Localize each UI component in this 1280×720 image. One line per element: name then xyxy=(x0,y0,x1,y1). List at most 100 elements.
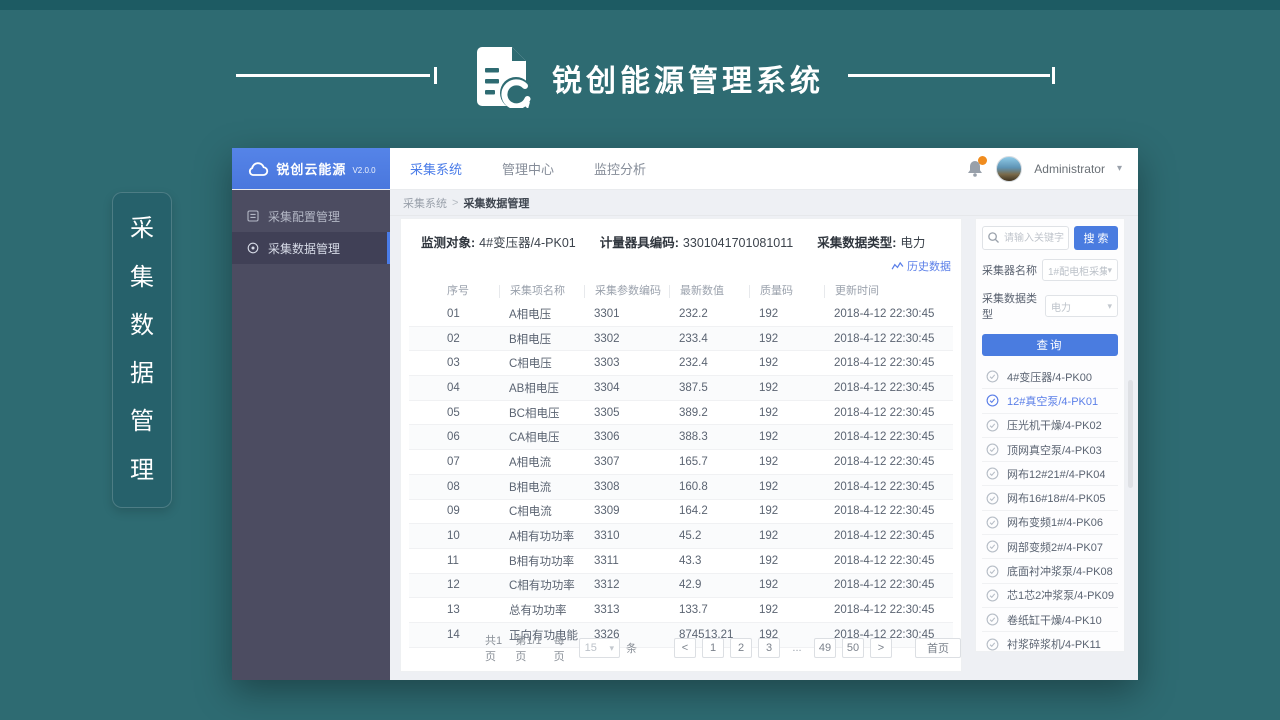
config-icon xyxy=(247,210,259,222)
site-header: 锐创能源管理系统 xyxy=(0,38,1280,114)
device-item[interactable]: 4#变压器/4-PK00 xyxy=(982,365,1118,389)
cell-index: 03 xyxy=(409,357,499,369)
chevron-down-icon: ▾ xyxy=(1107,301,1112,312)
top-nav: 采集系统 管理中心 监控分析 xyxy=(390,148,646,189)
info-value: 3301041701081011 xyxy=(683,236,793,250)
device-name: 底面衬冲浆泵/4-PK08 xyxy=(1007,563,1113,579)
breadcrumb-divider: > xyxy=(452,197,458,209)
check-circle-icon xyxy=(986,516,999,529)
filter-rows: 采集器名称 1#配电柜采集器 ▾ 采集数据类型 电力 ▾ xyxy=(982,259,1118,322)
brand-name: 锐创云能源 xyxy=(276,159,346,178)
cell-item-name: AB相电压 xyxy=(499,380,584,396)
cell-item-name: A相电流 xyxy=(499,454,584,470)
cell-index: 08 xyxy=(409,481,499,493)
per-page-select[interactable]: 15 ▾ xyxy=(579,638,620,658)
notification-bell-icon[interactable] xyxy=(967,159,984,178)
cell-index: 01 xyxy=(409,308,499,320)
breadcrumb: 采集系统 > 采集数据管理 xyxy=(390,190,1138,216)
filter-value: 1#配电柜采集器 xyxy=(1048,263,1107,278)
user-name[interactable]: Administrator xyxy=(1034,162,1105,176)
cell-index: 07 xyxy=(409,456,499,468)
table-row: 12 C相有功功率 3312 42.9 192 2018-4-12 22:30:… xyxy=(409,574,953,599)
cell-param-code: 3311 xyxy=(584,555,669,567)
first-page-button[interactable]: 首页 xyxy=(915,638,961,658)
cell-latest-value: 165.7 xyxy=(669,456,749,468)
avatar[interactable] xyxy=(996,156,1022,182)
cell-latest-value: 389.2 xyxy=(669,407,749,419)
cell-quality-code: 192 xyxy=(749,382,824,394)
page-number-button[interactable]: 3 xyxy=(758,638,780,658)
device-item[interactable]: 网布16#18#/4-PK05 xyxy=(982,486,1118,510)
sidebar-item-label: 采集配置管理 xyxy=(268,208,340,225)
cell-update-time: 2018-4-12 22:30:45 xyxy=(824,431,953,443)
cell-quality-code: 192 xyxy=(749,333,824,345)
page-total: 共1页 xyxy=(485,632,509,664)
cell-latest-value: 160.8 xyxy=(669,481,749,493)
info-value: 4#变压器/4-PK01 xyxy=(479,236,576,250)
check-circle-icon xyxy=(986,419,999,432)
search-button[interactable]: 搜 索 xyxy=(1074,226,1118,250)
page-number-button[interactable]: 1 xyxy=(702,638,724,658)
side-label-char: 集 xyxy=(130,266,154,290)
device-item[interactable]: 底面衬冲浆泵/4-PK08 xyxy=(982,559,1118,583)
device-item[interactable]: 卷纸缸干燥/4-PK10 xyxy=(982,608,1118,632)
cell-latest-value: 388.3 xyxy=(669,431,749,443)
check-circle-icon xyxy=(986,565,999,578)
app-brand[interactable]: 锐创云能源 V2.0.0 xyxy=(232,148,390,189)
page-number-button[interactable]: 49 xyxy=(814,638,836,658)
column-header: 质量码 xyxy=(749,285,824,298)
cell-quality-code: 192 xyxy=(749,481,824,493)
sidebar-item-collect-data[interactable]: 采集数据管理 xyxy=(232,232,390,264)
prev-page-button[interactable]: < xyxy=(674,638,696,658)
chevron-down-icon: ▾ xyxy=(609,643,614,654)
table-row: 03 C相电压 3303 232.4 192 2018-4-12 22:30:4… xyxy=(409,351,953,376)
page-number-button[interactable]: ... xyxy=(786,638,808,658)
column-header: 序号 xyxy=(409,285,499,298)
data-card: 监测对象:4#变压器/4-PK01 计量器具编码:330104170108101… xyxy=(400,218,962,672)
nav-tab[interactable]: 采集系统 xyxy=(410,159,462,178)
device-item[interactable]: 衬浆碎浆机/4-PK11 xyxy=(982,632,1118,656)
scrollbar-thumb[interactable] xyxy=(1128,380,1133,488)
info-label: 监测对象: xyxy=(421,236,475,250)
next-page-button[interactable]: > xyxy=(870,638,892,658)
page-number-button[interactable]: 2 xyxy=(730,638,752,658)
info-label: 采集数据类型: xyxy=(817,236,896,250)
breadcrumb-parent[interactable]: 采集系统 xyxy=(403,195,447,211)
cell-latest-value: 42.9 xyxy=(669,579,749,591)
device-name: 卷纸缸干燥/4-PK10 xyxy=(1007,612,1102,628)
device-item[interactable]: 12#真空泵/4-PK01 xyxy=(982,389,1118,413)
device-item[interactable]: 网布变频1#/4-PK06 xyxy=(982,511,1118,535)
cell-item-name: BC相电压 xyxy=(499,405,584,421)
filter-select[interactable]: 1#配电柜采集器 ▾ xyxy=(1042,259,1118,281)
app-topbar: 锐创云能源 V2.0.0 采集系统管理中心监控分析 Administrator … xyxy=(232,148,1138,190)
table-row: 08 B相电流 3308 160.8 192 2018-4-12 22:30:4… xyxy=(409,475,953,500)
table-row: 05 BC相电压 3305 389.2 192 2018-4-12 22:30:… xyxy=(409,401,953,426)
device-item[interactable]: 压光机干燥/4-PK02 xyxy=(982,414,1118,438)
page-number-button[interactable]: 50 xyxy=(842,638,864,658)
device-item[interactable]: 顶网真空泵/4-PK03 xyxy=(982,438,1118,462)
query-button[interactable]: 查询 xyxy=(982,334,1118,356)
device-item[interactable]: 网布12#21#/4-PK04 xyxy=(982,462,1118,486)
cell-param-code: 3309 xyxy=(584,505,669,517)
device-item[interactable]: 网部变频2#/4-PK07 xyxy=(982,535,1118,559)
nav-tab[interactable]: 监控分析 xyxy=(594,159,646,178)
search-box xyxy=(982,226,1069,250)
table-row: 04 AB相电压 3304 387.5 192 2018-4-12 22:30:… xyxy=(409,376,953,401)
sidebar-item-collect-config[interactable]: 采集配置管理 xyxy=(232,200,390,232)
device-item[interactable]: 芯1芯2冲浆泵/4-PK09 xyxy=(982,584,1118,608)
filter-select[interactable]: 电力 ▾ xyxy=(1045,295,1118,317)
table-row: 13 总有功功率 3313 133.7 192 2018-4-12 22:30:… xyxy=(409,598,953,623)
side-label-char: 据 xyxy=(130,362,154,386)
per-page-prefix: 每页 xyxy=(554,632,573,664)
cell-item-name: A相电压 xyxy=(499,306,584,322)
cell-latest-value: 133.7 xyxy=(669,604,749,616)
history-data-link[interactable]: 历史数据 xyxy=(891,258,951,274)
side-label-card: 采集数据管理 xyxy=(112,192,172,508)
cell-param-code: 3310 xyxy=(584,530,669,542)
chevron-down-icon[interactable]: ▾ xyxy=(1117,163,1122,174)
cell-update-time: 2018-4-12 22:30:45 xyxy=(824,357,953,369)
check-circle-icon xyxy=(986,613,999,626)
cell-item-name: 总有功功率 xyxy=(499,602,584,618)
top-accent-strip xyxy=(0,0,1280,10)
nav-tab[interactable]: 管理中心 xyxy=(502,159,554,178)
